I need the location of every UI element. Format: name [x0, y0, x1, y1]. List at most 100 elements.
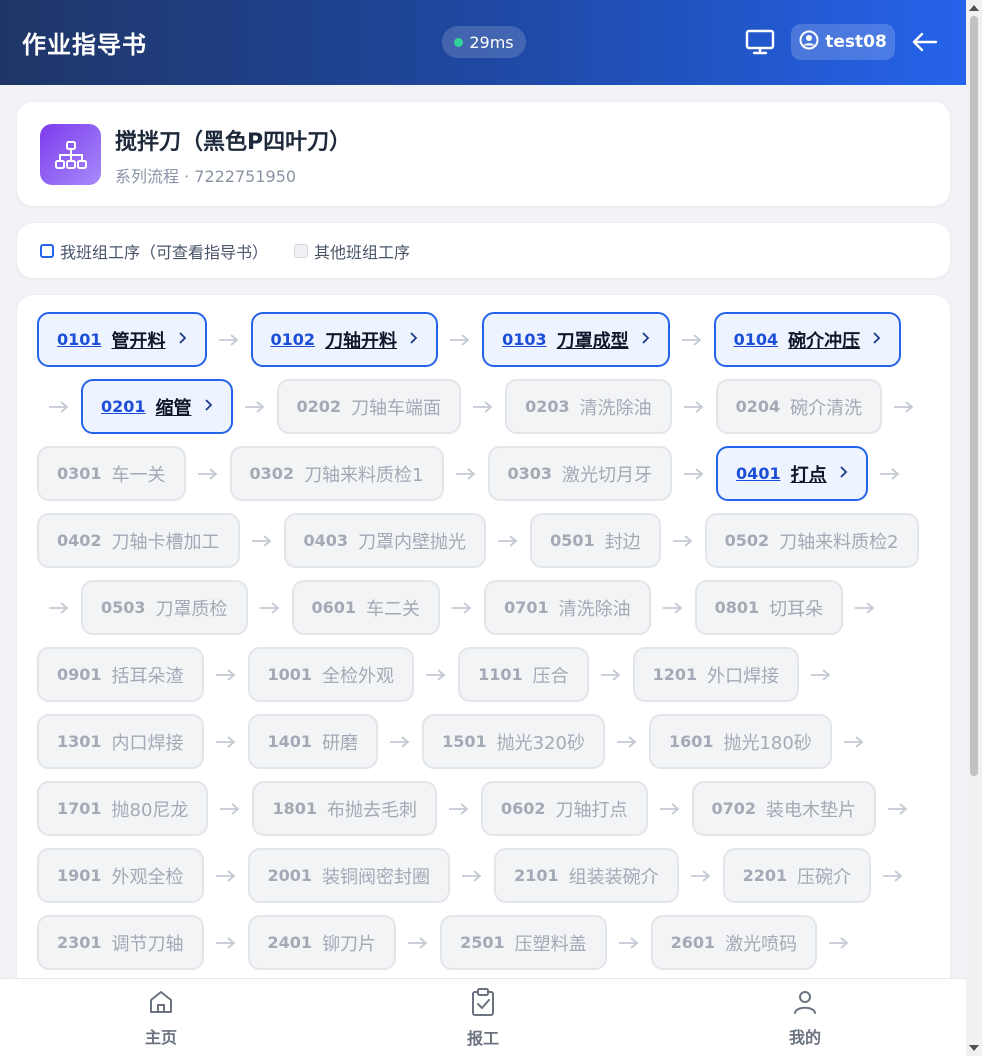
step-code: 0103	[502, 330, 547, 349]
step-name: 刀罩质检	[155, 598, 228, 620]
step-code: 0601	[311, 598, 357, 617]
step-code: 0502	[724, 531, 770, 550]
step-code: 0501	[550, 531, 595, 550]
step-code: 1201	[652, 665, 698, 684]
process-step: 2501 压塑料盖	[440, 915, 607, 970]
process-step[interactable]: 0101 管开料	[37, 312, 207, 367]
step-name: 研磨	[322, 732, 359, 754]
flow-arrow-icon	[832, 714, 876, 769]
nav-home-label: 主页	[144, 1028, 177, 1047]
scroll-up-icon[interactable]	[969, 5, 979, 11]
step-code: 0402	[57, 531, 102, 550]
chevron-right-icon	[178, 330, 187, 349]
process-step: 1101 压合	[458, 647, 589, 702]
process-step: 0701 清洗除油	[484, 580, 651, 635]
bottom-nav: 主页 报工 我的	[0, 978, 966, 1056]
step-name: 压合	[532, 665, 569, 687]
chevron-right-icon	[872, 330, 881, 349]
step-name: 激光切月牙	[562, 464, 653, 486]
nav-report[interactable]: 报工	[423, 979, 543, 1056]
nav-report-label: 报工	[466, 1029, 499, 1048]
process-step: 2201 压碗介	[722, 848, 872, 903]
step-name: 刀轴卡槽加工	[111, 531, 220, 553]
flow-arrow-icon	[37, 379, 81, 434]
flow-arrow-icon	[868, 446, 912, 501]
monitor-icon[interactable]	[744, 28, 776, 56]
process-step: 0202 刀轴车端面	[276, 379, 462, 434]
step-name: 组装装碗介	[568, 866, 659, 888]
step-name: 装电木垫片	[766, 799, 857, 821]
step-name: 全检外观	[322, 665, 395, 687]
flow-arrow-icon	[461, 379, 505, 434]
step-name: 碗介冲压	[788, 330, 861, 352]
flow-arrow-icon	[648, 781, 692, 836]
arrow-left-icon[interactable]	[910, 28, 940, 56]
step-code: 1501	[442, 732, 487, 751]
step-name: 压塑料盖	[514, 933, 587, 955]
process-step[interactable]: 0103 刀罩成型	[482, 312, 670, 367]
step-name: 刀轴来料质检1	[304, 464, 424, 486]
process-step: 0301 车一关	[37, 446, 186, 501]
process-step: 1401 研磨	[247, 714, 379, 769]
process-step: 1901 外观全检	[37, 848, 204, 903]
process-step: 0402 刀轴卡槽加工	[37, 513, 240, 568]
step-code: 0303	[507, 464, 553, 483]
step-name: 刀轴打点	[555, 799, 628, 821]
process-step[interactable]: 0401 打点	[716, 446, 868, 501]
step-code: 0203	[525, 397, 570, 416]
chevron-right-icon	[409, 330, 418, 349]
step-name: 外观全检	[111, 866, 184, 888]
nav-mine-label: 我的	[788, 1028, 821, 1047]
step-name: 刀轴开料	[325, 330, 398, 352]
step-code: 0602	[500, 799, 546, 818]
step-name: 压碗介	[797, 866, 852, 888]
step-name: 铆刀片	[322, 933, 377, 955]
nav-mine[interactable]: 我的	[745, 979, 865, 1056]
flow-arrow-icon	[207, 312, 251, 367]
process-step: 1301 内口焊接	[37, 714, 204, 769]
flow-arrow-icon	[651, 580, 695, 635]
step-code: 1001	[267, 665, 313, 684]
step-name: 清洗除油	[579, 397, 652, 419]
process-step[interactable]: 0104 碗介冲压	[713, 312, 902, 367]
process-step: 0303 激光切月牙	[487, 446, 673, 501]
clipboard-check-icon	[469, 987, 497, 1021]
step-code: 1901	[57, 866, 102, 885]
process-step: 0502 刀轴来料质检2	[704, 513, 919, 568]
flow-arrow-icon	[799, 647, 843, 702]
flow-arrow-icon	[240, 513, 284, 568]
step-name: 封边	[604, 531, 641, 553]
step-code: 1401	[267, 732, 313, 751]
scroll-down-icon[interactable]	[969, 1045, 979, 1051]
step-name: 碗介清洗	[790, 397, 863, 419]
process-step: 1601 抛光180砂	[648, 714, 832, 769]
step-code: 0302	[249, 464, 295, 483]
legend-mine: 我班组工序（可查看指导书）	[40, 239, 268, 263]
process-step: 2001 装铜阀密封圈	[247, 848, 451, 903]
process-step: 0801 切耳朵	[694, 580, 844, 635]
step-code: 2601	[670, 933, 716, 952]
home-icon	[147, 988, 175, 1020]
step-name: 管开料	[111, 330, 166, 352]
legend-swatch-other	[294, 243, 309, 258]
scrollbar[interactable]	[966, 0, 982, 1056]
step-code: 1701	[57, 799, 102, 818]
process-flow: 0101 管开料 0102 刀轴开料 0103 刀罩成型 0104 碗介冲压 0201 缩管 020…	[37, 312, 937, 970]
product-info-card: 搅拌刀（黑色P四叶刀） 系列流程 · 7222751950	[17, 102, 950, 206]
process-step[interactable]: 0102 刀轴开料	[250, 312, 439, 367]
step-code: 1101	[478, 665, 523, 684]
user-menu-button[interactable]: test08	[791, 24, 895, 60]
flow-arrow-icon	[843, 580, 887, 635]
nav-home[interactable]: 主页	[101, 979, 221, 1056]
flow-arrow-icon	[204, 647, 248, 702]
process-step: 2101 组装装碗介	[494, 848, 679, 903]
latency-badge: 29ms	[442, 26, 526, 58]
scrollbar-thumb[interactable]	[970, 16, 978, 776]
process-step: 0601 车二关	[291, 580, 441, 635]
flow-arrow-icon	[672, 446, 716, 501]
flow-arrow-icon	[204, 848, 248, 903]
process-step[interactable]: 0201 缩管	[81, 379, 233, 434]
flow-arrow-icon	[871, 848, 915, 903]
process-step: 0501 封边	[530, 513, 661, 568]
status-dot	[454, 37, 464, 47]
